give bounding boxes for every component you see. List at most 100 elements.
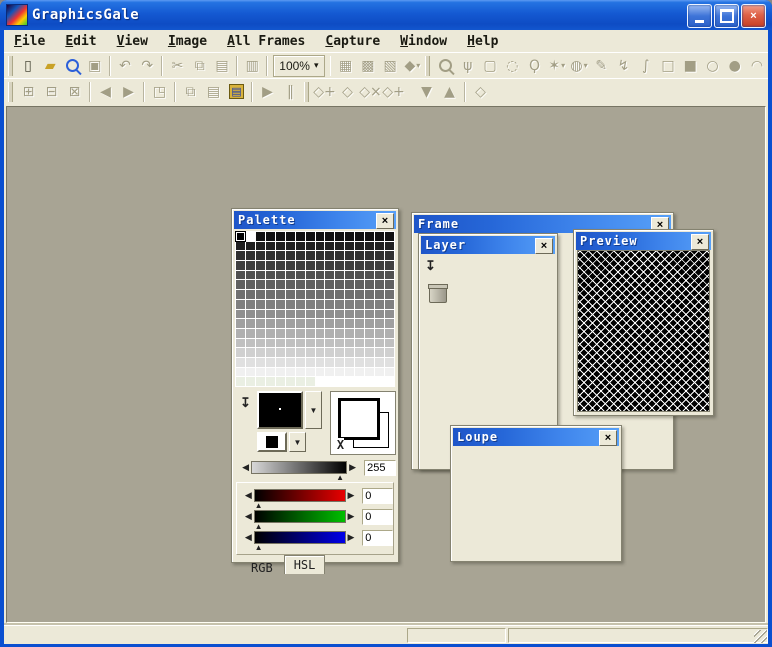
palette-cell[interactable] (365, 348, 374, 357)
red-slider-track[interactable]: ▲ (254, 489, 346, 502)
menu-item-capture[interactable]: Capture (315, 32, 390, 51)
background-color-box[interactable] (257, 432, 287, 452)
palette-cell[interactable] (296, 251, 305, 260)
palette-cell[interactable] (325, 261, 334, 270)
palette-cell[interactable] (385, 271, 394, 280)
palette-cell[interactable] (276, 368, 285, 377)
palette-cell[interactable] (365, 232, 374, 241)
palette-cell[interactable] (345, 251, 354, 260)
palette-cell[interactable] (335, 232, 344, 241)
palette-cell[interactable] (306, 358, 315, 367)
palette-cell[interactable] (256, 368, 265, 377)
palette-cell[interactable] (266, 368, 275, 377)
palette-cell[interactable] (246, 348, 255, 357)
palette-cell[interactable] (345, 368, 354, 377)
palette-cell[interactable] (365, 300, 374, 309)
palette-cell[interactable] (266, 358, 275, 367)
palette-cell[interactable] (325, 348, 334, 357)
palette-cell[interactable] (276, 319, 285, 328)
palette-cell[interactable] (266, 251, 275, 260)
palette-cell[interactable] (325, 251, 334, 260)
palette-cell[interactable] (276, 261, 285, 270)
palette-cell[interactable] (375, 339, 384, 348)
palette-cell[interactable] (316, 319, 325, 328)
palette-cell[interactable] (246, 242, 255, 251)
palette-cell[interactable] (325, 319, 334, 328)
palette-cell[interactable] (375, 300, 384, 309)
palette-cell[interactable] (316, 368, 325, 377)
palette-cell[interactable] (316, 280, 325, 289)
menu-item-image[interactable]: Image (158, 32, 217, 51)
palette-cell[interactable] (355, 319, 364, 328)
palette-cell[interactable] (335, 242, 344, 251)
maximize-button[interactable] (714, 4, 739, 28)
palette-cell[interactable] (236, 251, 245, 260)
palette-cell[interactable] (286, 368, 295, 377)
palette-cell[interactable] (345, 339, 354, 348)
palette-cell[interactable] (276, 348, 285, 357)
palette-cell[interactable] (385, 358, 394, 367)
palette-cell[interactable] (385, 348, 394, 357)
palette-cell[interactable] (306, 348, 315, 357)
palette-cell[interactable] (355, 368, 364, 377)
alpha-slider-decrease-button[interactable]: ◀ (240, 462, 251, 473)
palette-cell[interactable] (325, 242, 334, 251)
palette-cell[interactable] (316, 348, 325, 357)
palette-cell[interactable] (345, 348, 354, 357)
palette-cell[interactable] (365, 310, 374, 319)
palette-cell[interactable] (306, 242, 315, 251)
layer-window-titlebar[interactable]: Layer × (421, 236, 555, 254)
palette-cell[interactable] (306, 377, 315, 386)
tab-hsl[interactable]: HSL (284, 555, 326, 574)
layer-close-button[interactable]: × (535, 238, 553, 254)
palette-cell[interactable] (325, 368, 334, 377)
palette-cell[interactable] (286, 339, 295, 348)
palette-cell[interactable] (276, 242, 285, 251)
palette-cell[interactable] (375, 348, 384, 357)
palette-cell[interactable] (256, 271, 265, 280)
palette-cell[interactable] (236, 232, 245, 241)
palette-cell[interactable] (236, 261, 245, 270)
palette-cell[interactable] (256, 242, 265, 251)
palette-cell[interactable] (306, 261, 315, 270)
palette-cell[interactable] (266, 280, 275, 289)
palette-cell[interactable] (355, 261, 364, 270)
palette-cell[interactable] (246, 271, 255, 280)
palette-cell[interactable] (355, 290, 364, 299)
toolbar-grip[interactable] (304, 82, 309, 102)
foreground-color-box[interactable] (257, 391, 303, 429)
green-slider-increase-button[interactable]: ▶ (346, 511, 357, 522)
palette-cell[interactable] (316, 261, 325, 270)
palette-cell[interactable] (365, 368, 374, 377)
palette-cell[interactable] (335, 271, 344, 280)
palette-cell[interactable] (365, 339, 374, 348)
alpha-slider-track[interactable]: ▲ (251, 461, 347, 474)
palette-cell[interactable] (335, 368, 344, 377)
palette-cell[interactable] (296, 368, 305, 377)
menu-item-view[interactable]: View (107, 32, 158, 51)
palette-cell[interactable] (375, 310, 384, 319)
palette-cell[interactable] (355, 232, 364, 241)
palette-cell[interactable] (246, 310, 255, 319)
palette-cell[interactable] (246, 300, 255, 309)
palette-cell[interactable] (266, 377, 275, 386)
palette-cell[interactable] (296, 319, 305, 328)
palette-cell[interactable] (266, 348, 275, 357)
palette-cell[interactable] (325, 290, 334, 299)
palette-cell[interactable] (375, 271, 384, 280)
palette-cell[interactable] (385, 368, 394, 377)
palette-cell[interactable] (236, 290, 245, 299)
palette-cell[interactable] (296, 329, 305, 338)
palette-cell[interactable] (335, 290, 344, 299)
palette-cell[interactable] (246, 377, 255, 386)
palette-cell[interactable] (286, 319, 295, 328)
palette-cell[interactable] (385, 280, 394, 289)
red-slider-thumb[interactable]: ▲ (255, 501, 263, 510)
loupe-close-button[interactable]: × (599, 430, 617, 446)
toolbar-grip[interactable] (8, 82, 13, 102)
zoom-level-dropdown[interactable]: 100%▾ (273, 55, 324, 77)
green-slider-thumb[interactable]: ▲ (255, 522, 263, 531)
palette-cell[interactable] (306, 319, 315, 328)
palette-cell[interactable] (345, 261, 354, 270)
palette-cell[interactable] (246, 290, 255, 299)
